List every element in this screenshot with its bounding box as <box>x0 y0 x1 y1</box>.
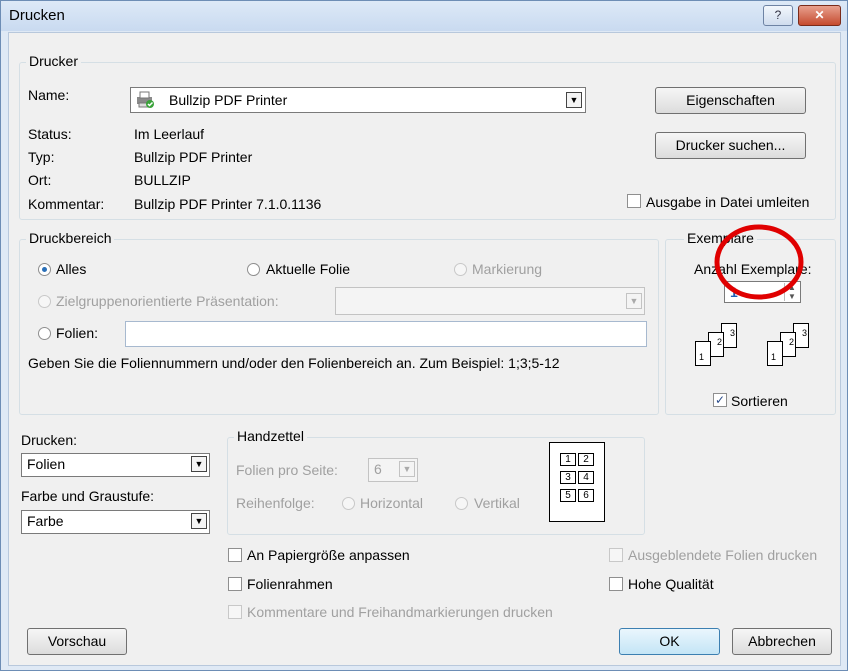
find-printer-button[interactable]: Drucker suchen... <box>655 132 806 159</box>
range-slides-radio[interactable] <box>38 327 51 340</box>
range-custom-show-label: Zielgruppenorientierte Präsentation: <box>56 293 279 309</box>
location-value: BULLZIP <box>134 172 191 188</box>
range-all-radio[interactable] <box>38 263 51 276</box>
high-quality-checkbox[interactable] <box>609 577 623 591</box>
handout-cell: 6 <box>578 489 594 502</box>
printer-group-label: Drucker <box>26 53 82 69</box>
chevron-down-icon[interactable]: ▼ <box>399 461 415 477</box>
type-value: Bullzip PDF Printer <box>134 149 253 165</box>
collated-pages-icon: 3 2 1 <box>767 323 817 367</box>
collate-checkbox[interactable]: ✓ <box>713 393 727 407</box>
handout-cell: 1 <box>560 453 576 466</box>
dialog-body: Drucker Name: Bullzip PDF Printer ▼ Eige… <box>8 32 841 666</box>
order-label: Reihenfolge: <box>236 495 315 511</box>
help-button[interactable]: ? <box>763 5 793 26</box>
range-selection-label: Markierung <box>472 261 543 277</box>
frame-slides-label: Folienrahmen <box>247 576 333 592</box>
per-page-select[interactable]: 6 ▼ <box>368 458 418 482</box>
ok-button-label: OK <box>659 633 680 649</box>
handouts-group-label: Handzettel <box>234 428 307 444</box>
print-what-value: Folien <box>27 456 66 472</box>
preview-button-label: Vorschau <box>47 633 107 649</box>
printer-name-value: Bullzip PDF Printer <box>169 92 288 108</box>
window-title: Drucken <box>9 7 65 24</box>
annotation-circle <box>714 224 804 300</box>
per-page-label: Folien pro Seite: <box>236 462 338 478</box>
handout-cell: 4 <box>578 471 594 484</box>
high-quality-label: Hohe Qualität <box>628 576 714 592</box>
print-what-select[interactable]: Folien ▼ <box>21 453 210 477</box>
status-label: Status: <box>28 126 72 142</box>
range-current-slide-radio[interactable] <box>247 263 260 276</box>
hidden-slides-label: Ausgeblendete Folien drucken <box>628 547 818 563</box>
chevron-down-icon[interactable]: ▼ <box>566 92 582 108</box>
chevron-down-icon[interactable]: ▼ <box>191 456 207 472</box>
frame-slides-checkbox[interactable] <box>228 577 242 591</box>
preview-button[interactable]: Vorschau <box>27 628 127 655</box>
print-range-label: Druckbereich <box>26 230 115 246</box>
print-dialog: Drucken ? ✕ Drucker Name: Bullzip PDF Pr… <box>0 0 848 671</box>
printer-icon <box>135 91 155 108</box>
fit-to-paper-label: An Papiergröße anpassen <box>247 547 410 563</box>
print-to-file-label: Ausgabe in Datei umleiten <box>646 194 810 210</box>
close-button[interactable]: ✕ <box>798 5 841 26</box>
order-horizontal-label: Horizontal <box>360 495 424 511</box>
ok-button[interactable]: OK <box>619 628 720 655</box>
cancel-button-label: Abbrechen <box>748 633 816 649</box>
printer-name-label: Name: <box>28 87 70 103</box>
handout-cell: 2 <box>578 453 594 466</box>
print-to-file-checkbox[interactable] <box>627 194 641 208</box>
order-vertical-label: Vertikal <box>474 495 520 511</box>
properties-button-label: Eigenschaften <box>686 92 775 108</box>
hidden-slides-checkbox[interactable] <box>609 548 623 562</box>
uncollated-pages-icon: 3 2 1 <box>695 323 745 367</box>
color-select[interactable]: Farbe ▼ <box>21 510 210 534</box>
status-value: Im Leerlauf <box>134 126 205 142</box>
order-vertical-radio[interactable] <box>455 497 468 510</box>
order-horizontal-radio[interactable] <box>342 497 355 510</box>
handout-cell: 5 <box>560 489 576 502</box>
printer-select[interactable]: Bullzip PDF Printer ▼ <box>130 87 586 113</box>
range-custom-show-radio[interactable] <box>38 295 51 308</box>
range-current-slide-label: Aktuelle Folie <box>266 261 351 277</box>
range-all-label: Alles <box>56 261 87 277</box>
custom-show-select[interactable]: ▼ <box>335 287 645 315</box>
comment-value: Bullzip PDF Printer 7.1.0.1136 <box>134 196 322 212</box>
color-label: Farbe und Graustufe: <box>21 488 155 504</box>
type-label: Typ: <box>28 149 55 165</box>
comments-checkbox[interactable] <box>228 605 242 619</box>
color-value: Farbe <box>27 513 64 529</box>
properties-button[interactable]: Eigenschaften <box>655 87 806 114</box>
cancel-button[interactable]: Abbrechen <box>732 628 832 655</box>
range-selection-radio[interactable] <box>454 263 467 276</box>
print-what-label: Drucken: <box>21 432 78 448</box>
chevron-down-icon[interactable]: ▼ <box>626 293 642 309</box>
title-bar[interactable]: Drucken ? ✕ <box>1 1 847 31</box>
chevron-down-icon[interactable]: ▼ <box>191 513 207 529</box>
collate-label: Sortieren <box>731 393 788 409</box>
handout-cell: 3 <box>560 471 576 484</box>
comment-label: Kommentar: <box>28 196 105 212</box>
location-label: Ort: <box>28 172 52 188</box>
find-printer-button-label: Drucker suchen... <box>675 137 786 153</box>
range-slides-label: Folien: <box>56 325 99 341</box>
annotation-ellipse <box>714 224 804 300</box>
handout-layout-preview: 1 2 3 4 5 6 <box>549 442 605 522</box>
range-hint: Geben Sie die Foliennummern und/oder den… <box>28 355 560 371</box>
per-page-value: 6 <box>374 461 382 477</box>
comments-label: Kommentare und Freihandmarkierungen druc… <box>247 604 553 620</box>
slides-input[interactable] <box>125 321 647 347</box>
fit-to-paper-checkbox[interactable] <box>228 548 242 562</box>
